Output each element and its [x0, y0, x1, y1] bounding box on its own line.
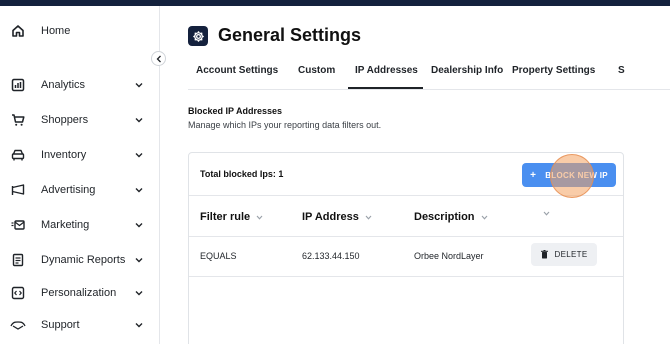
tab-custom[interactable]: Custom: [298, 65, 335, 76]
sidebar-item-dynamic-reports[interactable]: Dynamic Reports: [0, 245, 160, 275]
delete-button[interactable]: DELETE: [531, 243, 597, 266]
sidebar-item-label: Advertising: [41, 184, 96, 196]
main-content: General Settings Account Settings Custom…: [161, 6, 670, 344]
chevron-down-icon: [134, 220, 144, 230]
column-header-label: Filter rule: [200, 211, 251, 223]
settings-tabs: Account Settings Custom IP Addresses Dea…: [188, 60, 670, 90]
table-header: Filter rule IP Address Description: [189, 197, 623, 237]
sidebar-item-shoppers[interactable]: Shoppers: [0, 105, 160, 135]
chevron-down-icon: [134, 288, 144, 298]
chevron-down-icon: [134, 115, 144, 125]
trash-icon: [540, 250, 548, 259]
sidebar-item-label: Personalization: [41, 287, 117, 299]
chevron-down-icon: [134, 320, 144, 330]
report-icon: [10, 252, 26, 268]
cart-icon: [10, 112, 26, 128]
sidebar-item-advertising[interactable]: Advertising: [0, 175, 160, 205]
tab-property-settings[interactable]: Property Settings: [512, 65, 595, 76]
column-header-actions[interactable]: [537, 211, 550, 216]
sort-chevron-icon: [481, 215, 488, 220]
cell-filter-rule: EQUALS: [200, 251, 237, 261]
car-icon: [10, 147, 26, 163]
chevron-down-icon: [134, 80, 144, 90]
sidebar-item-label: Inventory: [41, 149, 87, 161]
sort-chevron-icon: [365, 215, 372, 220]
mail-icon: [10, 217, 26, 233]
sidebar-item-label: Shoppers: [41, 114, 89, 126]
sidebar-item-support[interactable]: Support: [0, 310, 160, 340]
table-row: EQUALS 62.133.44.150 Orbee NordLayer DEL…: [189, 237, 623, 277]
sidebar-item-home[interactable]: Home: [0, 16, 160, 46]
sort-chevron-icon: [543, 211, 550, 216]
column-header-label: IP Address: [302, 211, 359, 223]
gear-icon: [188, 26, 208, 46]
column-header-ip-address[interactable]: IP Address: [302, 211, 372, 223]
column-header-label: Description: [414, 211, 475, 223]
column-header-description[interactable]: Description: [414, 211, 488, 223]
active-tab-indicator: [348, 87, 423, 89]
tab-overflow[interactable]: S: [618, 65, 625, 76]
sidebar-item-label: Home: [41, 25, 71, 37]
chevron-down-icon: [134, 185, 144, 195]
section-description: Manage which IPs your reporting data fil…: [188, 120, 382, 130]
analytics-icon: [10, 77, 26, 93]
page-title: General Settings: [218, 25, 362, 45]
chevron-down-icon: [134, 150, 144, 160]
sidebar-item-label: Marketing: [41, 219, 90, 231]
sidebar-item-marketing[interactable]: Marketing: [0, 210, 160, 240]
megaphone-icon: [10, 182, 26, 198]
cell-description: Orbee NordLayer: [414, 251, 484, 261]
chevron-down-icon: [134, 255, 144, 265]
code-icon: [10, 285, 26, 301]
tab-dealership-info[interactable]: Dealership Info: [431, 65, 503, 76]
sidebar: Home Analytics Shoppers Inventory Advert…: [0, 6, 160, 344]
blocked-ips-card: Total blocked Ips: 1 + BLOCK NEW IP Filt…: [188, 152, 624, 344]
tab-account-settings[interactable]: Account Settings: [196, 65, 278, 76]
sidebar-item-label: Support: [41, 319, 80, 331]
sort-chevron-icon: [256, 215, 263, 220]
sidebar-item-inventory[interactable]: Inventory: [0, 140, 160, 170]
section-title: Blocked IP Addresses: [188, 106, 283, 116]
block-new-ip-button[interactable]: + BLOCK NEW IP: [522, 163, 616, 187]
sidebar-item-label: Dynamic Reports: [41, 254, 126, 266]
delete-label: DELETE: [554, 250, 588, 259]
tab-ip-addresses[interactable]: IP Addresses: [355, 65, 418, 76]
column-header-filter-rule[interactable]: Filter rule: [200, 211, 263, 223]
sidebar-item-label: Analytics: [41, 79, 86, 91]
total-blocked-count: Total blocked Ips: 1: [200, 169, 284, 179]
home-icon: [10, 23, 26, 39]
block-new-ip-label: BLOCK NEW IP: [545, 170, 608, 180]
sidebar-item-analytics[interactable]: Analytics: [0, 70, 160, 100]
card-header: Total blocked Ips: 1 + BLOCK NEW IP: [189, 153, 623, 198]
plus-icon: +: [530, 169, 537, 181]
cell-ip-address: 62.133.44.150: [302, 251, 360, 261]
sidebar-item-personalization[interactable]: Personalization: [0, 278, 160, 308]
support-icon: [10, 317, 26, 333]
